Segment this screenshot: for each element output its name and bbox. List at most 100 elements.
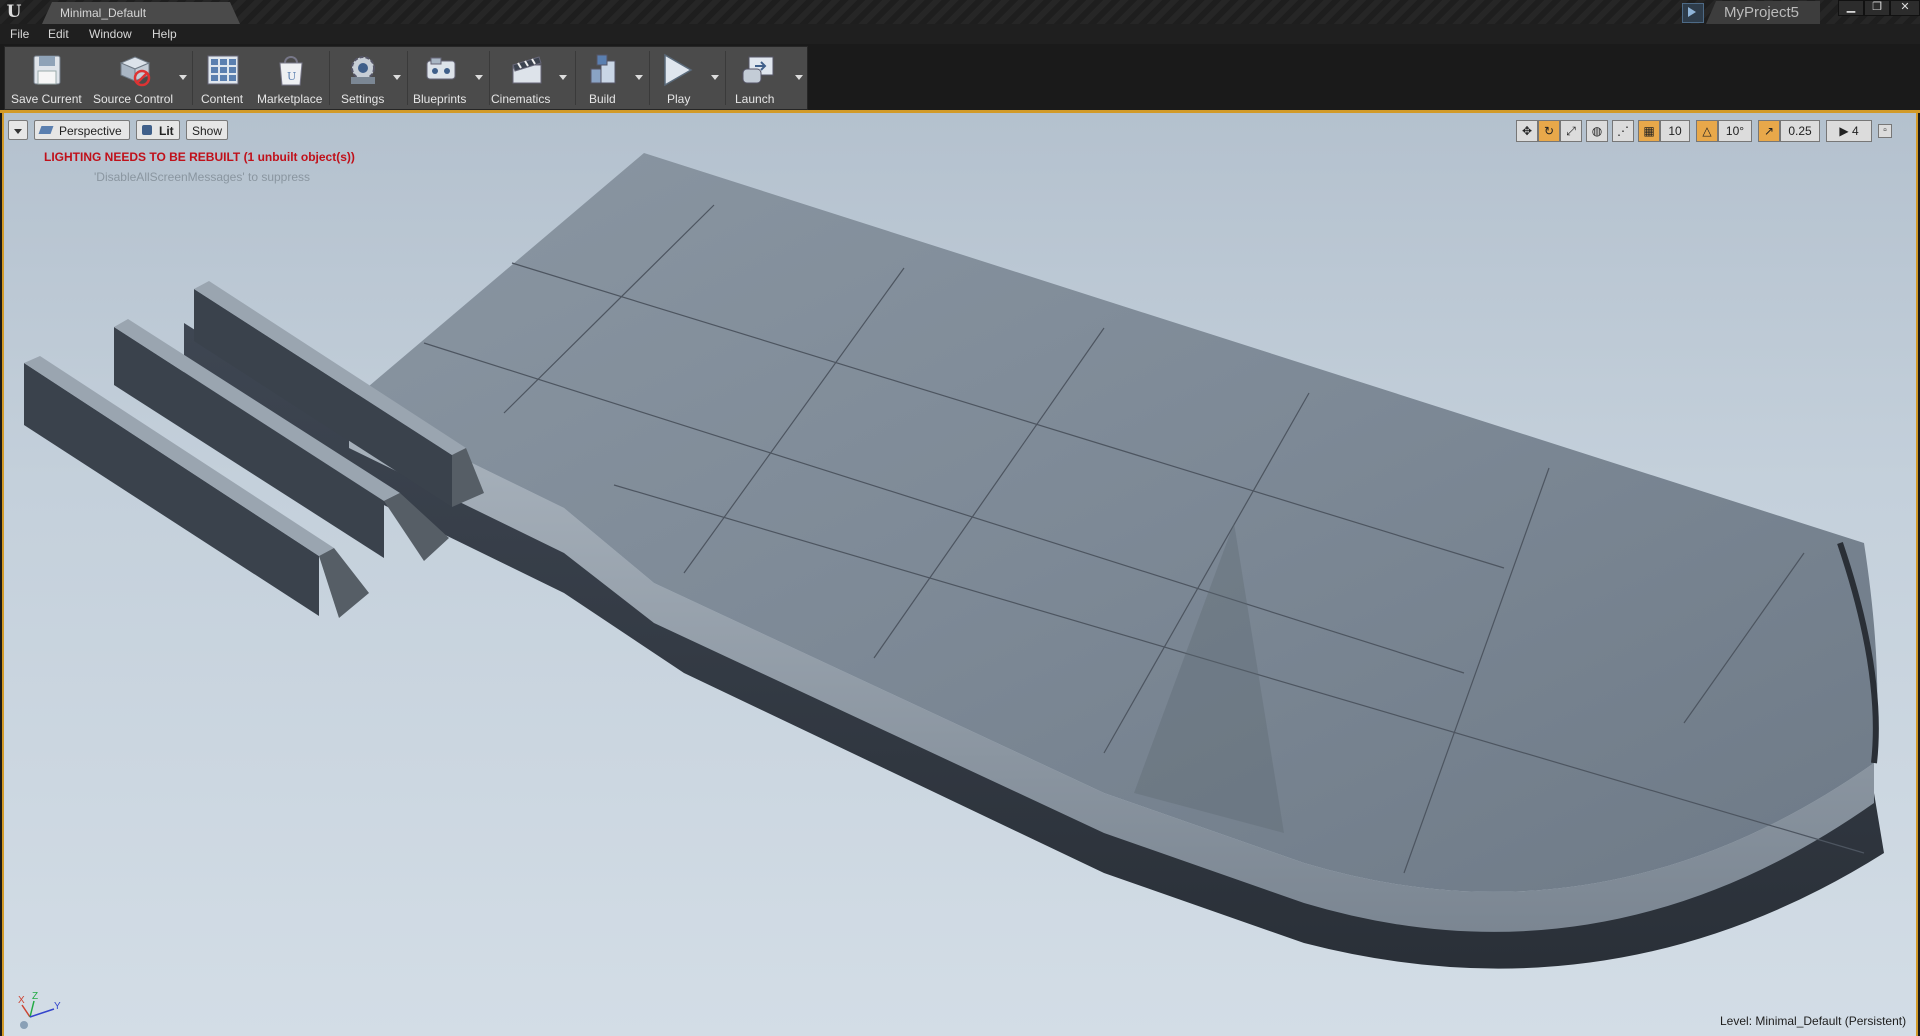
lighting-mode-button[interactable]: Lit bbox=[136, 120, 180, 140]
toolbar-separator bbox=[725, 51, 726, 105]
blueprints-label: Blueprints bbox=[413, 92, 467, 106]
maximize-icon: ▫ bbox=[1883, 125, 1887, 136]
menu-file[interactable]: File bbox=[10, 27, 29, 41]
rotation-snap-label: 10° bbox=[1725, 124, 1745, 138]
rotation-snap-value[interactable]: 10° bbox=[1718, 120, 1752, 142]
play-dropdown-icon[interactable] bbox=[711, 75, 719, 80]
rotation-snap-toggle[interactable]: △ bbox=[1696, 120, 1718, 142]
grid-snap-value[interactable]: 10 bbox=[1660, 120, 1690, 142]
blueprints-button[interactable]: Blueprints bbox=[409, 47, 487, 109]
toolbar-panel: Save Current Source Control Content U Ma… bbox=[4, 46, 808, 110]
source-control-icon bbox=[119, 56, 151, 87]
scale-mode-button[interactable]: ⤢ bbox=[1560, 120, 1582, 142]
title-bar: U Minimal_Default MyProject5 ▁ ❐ ✕ bbox=[0, 0, 1920, 25]
show-button[interactable]: Show bbox=[186, 120, 228, 140]
build-dropdown-icon[interactable] bbox=[635, 75, 643, 80]
world-local-toggle[interactable]: ◍ bbox=[1586, 120, 1608, 142]
content-icon bbox=[207, 55, 239, 85]
launch-icon bbox=[742, 56, 774, 84]
rotate-icon: ↻ bbox=[1543, 124, 1555, 138]
translate-mode-button[interactable]: ✥ bbox=[1516, 120, 1538, 142]
angle-icon: △ bbox=[1702, 124, 1712, 138]
project-name: MyProject5 bbox=[1724, 4, 1800, 21]
suppress-hint: 'DisableAllScreenMessages' to suppress bbox=[94, 170, 311, 184]
toolbar-separator bbox=[575, 51, 576, 105]
source-control-label: Source Control bbox=[93, 92, 174, 106]
cinematics-label: Cinematics bbox=[491, 92, 551, 106]
cinematics-button[interactable]: Cinematics bbox=[491, 47, 573, 109]
build-label: Build bbox=[589, 92, 616, 106]
build-icon bbox=[590, 54, 616, 84]
globe-icon: ◍ bbox=[1591, 124, 1603, 138]
grid-snap-toggle[interactable]: ▦ bbox=[1638, 120, 1660, 142]
level-label: Level: bbox=[1720, 1014, 1753, 1028]
source-control-button[interactable]: Source Control bbox=[91, 47, 189, 109]
marketplace-button[interactable]: U Marketplace bbox=[253, 47, 327, 109]
close-button[interactable]: ✕ bbox=[1890, 0, 1920, 16]
axis-z-label: Z bbox=[32, 991, 38, 1002]
save-icon bbox=[33, 55, 61, 85]
cinematics-dropdown-icon[interactable] bbox=[559, 75, 567, 80]
settings-icon bbox=[351, 56, 375, 84]
toolbar-separator bbox=[192, 51, 193, 105]
launch-label: Launch bbox=[735, 92, 775, 106]
minimize-button[interactable]: ▁ bbox=[1838, 0, 1864, 16]
document-tab-label: Minimal_Default bbox=[60, 6, 147, 20]
grid-snap-label: 10 bbox=[1668, 124, 1682, 138]
menu-edit[interactable]: Edit bbox=[48, 27, 69, 41]
play-label: Play bbox=[667, 92, 691, 106]
main-toolbar: Save Current Source Control Content U Ma… bbox=[0, 44, 1920, 110]
move-arrows-icon: ✥ bbox=[1521, 124, 1533, 138]
marketplace-icon: U bbox=[279, 56, 303, 86]
maximize-viewport-button[interactable]: ▫ bbox=[1878, 124, 1892, 138]
project-flag-icon[interactable] bbox=[1682, 3, 1704, 23]
scale-snap-icon: ↗ bbox=[1763, 124, 1775, 138]
scale-icon: ⤢ bbox=[1566, 124, 1576, 138]
content-label: Content bbox=[201, 92, 244, 106]
surface-snap-button[interactable]: ⋰ bbox=[1612, 120, 1634, 142]
launch-dropdown-icon[interactable] bbox=[795, 75, 803, 80]
camera-speed-button[interactable]: ▶ 4 bbox=[1826, 120, 1872, 142]
scene-render[interactable] bbox=[4, 113, 1916, 1036]
axis-gizmo-icon: X Z Y bbox=[18, 991, 61, 1029]
camera-icon: ▶ bbox=[1839, 124, 1849, 138]
toolbar-separator bbox=[649, 51, 650, 105]
marketplace-label: Marketplace bbox=[257, 92, 323, 106]
menu-bar: File Edit Window Help bbox=[0, 24, 1920, 44]
settings-dropdown-icon[interactable] bbox=[393, 75, 401, 80]
axis-y-label: Y bbox=[54, 1001, 61, 1012]
perspective-icon bbox=[38, 126, 54, 134]
level-viewport[interactable]: Perspective Lit Show LIGHTING NEEDS TO B… bbox=[2, 113, 1918, 1036]
blueprints-icon bbox=[426, 57, 456, 80]
blueprints-dropdown-icon[interactable] bbox=[475, 75, 483, 80]
launch-button[interactable]: Launch bbox=[727, 47, 805, 109]
surface-snap-icon: ⋰ bbox=[1617, 124, 1629, 138]
play-button[interactable]: Play bbox=[651, 47, 723, 109]
level-name: Minimal_Default (Persistent) bbox=[1755, 1014, 1907, 1028]
rotate-mode-button[interactable]: ↻ bbox=[1538, 120, 1560, 142]
cinematics-icon bbox=[512, 56, 542, 84]
axis-x-label: X bbox=[18, 995, 25, 1006]
content-button[interactable]: Content bbox=[195, 47, 251, 109]
source-control-dropdown-icon[interactable] bbox=[179, 75, 187, 80]
scale-snap-toggle[interactable]: ↗ bbox=[1758, 120, 1780, 142]
toolbar-separator bbox=[329, 51, 330, 105]
unreal-logo-icon[interactable]: U bbox=[4, 2, 24, 22]
view-mode-label: Perspective bbox=[59, 124, 122, 138]
build-button[interactable]: Build bbox=[577, 47, 647, 109]
lighting-mode-label: Lit bbox=[159, 124, 174, 138]
menu-help[interactable]: Help bbox=[152, 27, 177, 41]
menu-window[interactable]: Window bbox=[89, 27, 132, 41]
scale-snap-value[interactable]: 0.25 bbox=[1780, 120, 1820, 142]
view-mode-button[interactable]: Perspective bbox=[34, 120, 130, 140]
svg-text:U: U bbox=[287, 70, 296, 83]
lit-sphere-icon bbox=[142, 125, 152, 135]
chevron-down-icon bbox=[14, 129, 22, 134]
project-tab: MyProject5 bbox=[1706, 1, 1820, 24]
restore-button[interactable]: ❐ bbox=[1864, 0, 1890, 16]
settings-button[interactable]: Settings bbox=[333, 47, 405, 109]
lighting-warning: LIGHTING NEEDS TO BE REBUILT (1 unbuilt … bbox=[44, 150, 355, 164]
viewport-options-button[interactable] bbox=[8, 120, 28, 140]
save-current-button[interactable]: Save Current bbox=[7, 47, 89, 109]
document-tab[interactable]: Minimal_Default bbox=[42, 2, 240, 24]
